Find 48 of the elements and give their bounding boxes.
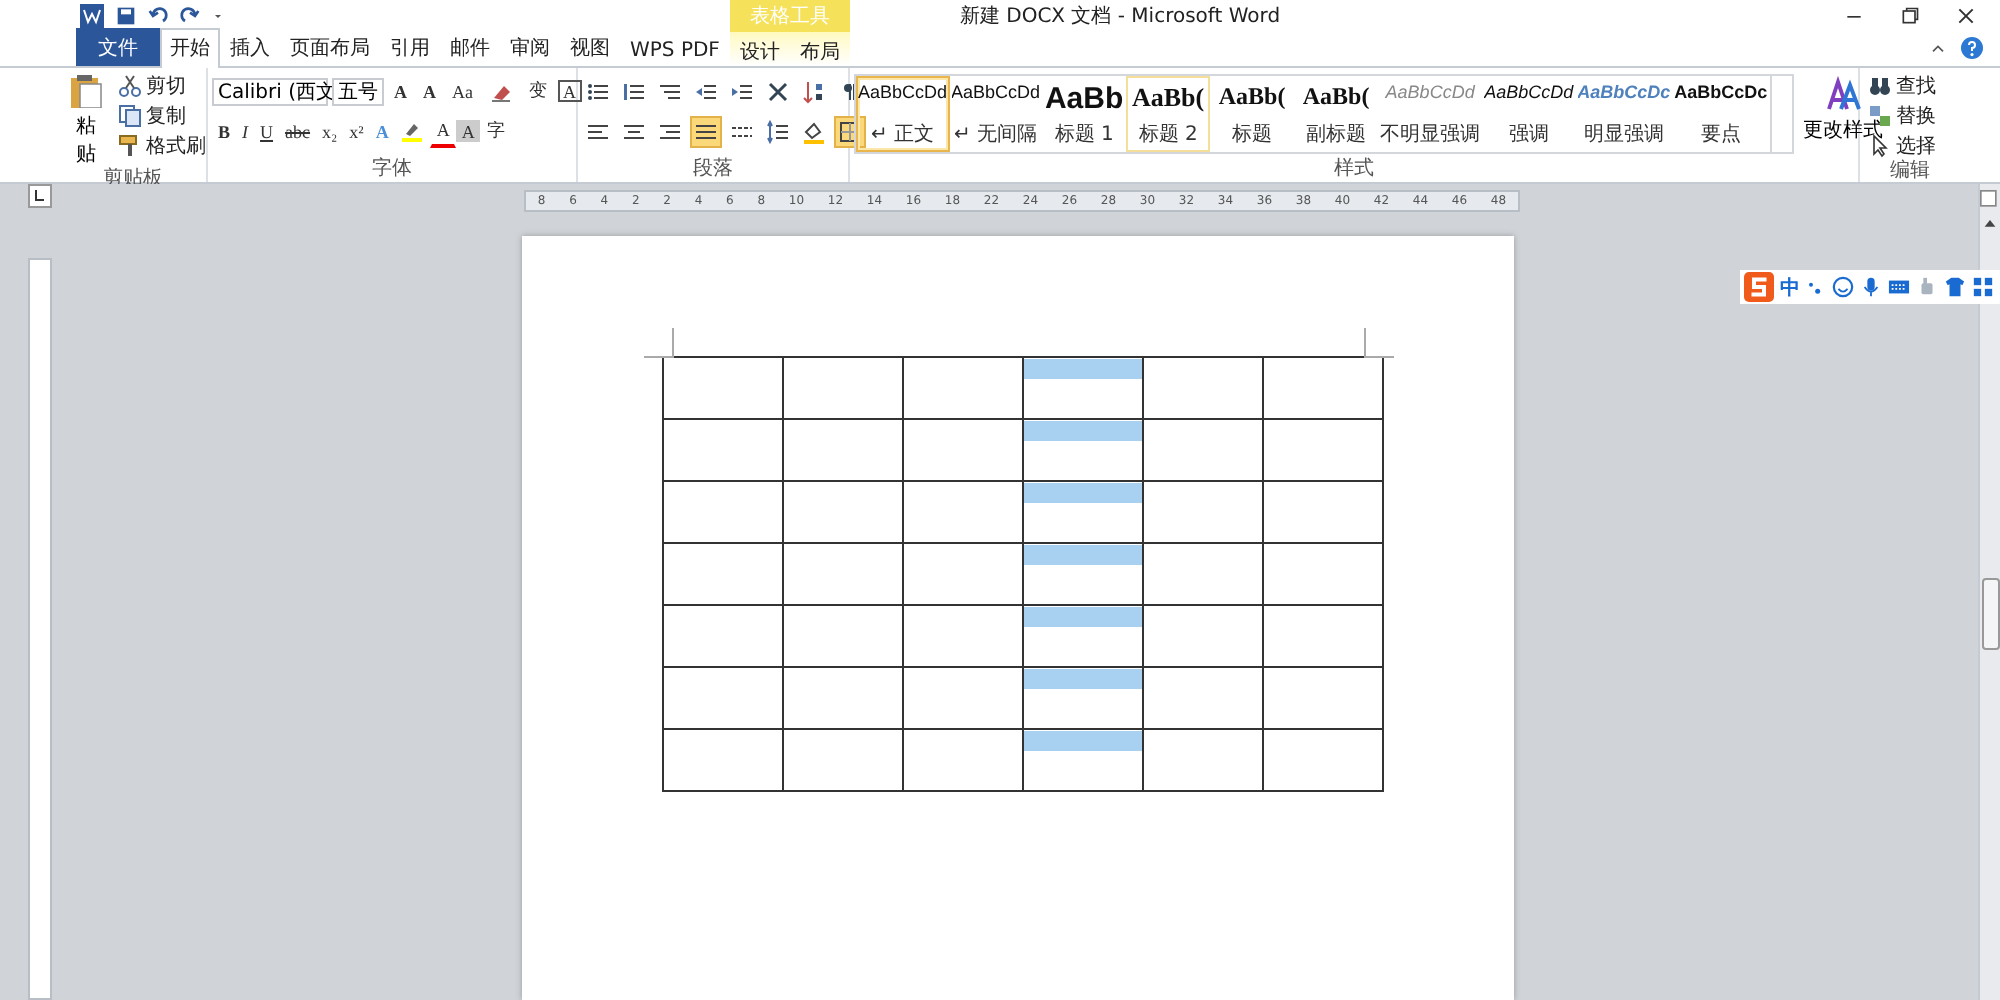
style-option[interactable]: AaBb 标题 1	[1042, 76, 1127, 152]
format-button[interactable]: 变	[523, 75, 553, 107]
ribbon-tab[interactable]: 插入	[220, 28, 280, 66]
ribbon-tab[interactable]: 布局	[789, 32, 850, 70]
style-option[interactable]: AaBbCcDd 不明显强调	[1378, 76, 1483, 152]
style-option[interactable]: AaBb( 标题	[1210, 76, 1295, 152]
style-option[interactable]: AaBb( 副标题	[1294, 76, 1379, 152]
format-button[interactable]: x₂	[316, 115, 344, 147]
format-button[interactable]: A	[417, 75, 442, 107]
group-label: 字体	[370, 158, 414, 182]
clipboard-button[interactable]: 复制	[114, 102, 210, 130]
format-button[interactable]: Aa	[446, 75, 479, 107]
editing-button[interactable]: 查找	[1864, 72, 1956, 100]
ribbon-tab[interactable]: 邮件	[440, 28, 500, 66]
format-button[interactable]: U	[254, 115, 280, 147]
style-option[interactable]: AaBbCcDc 要点	[1672, 76, 1770, 152]
style-option[interactable]: AaBb( 标题 2	[1126, 76, 1211, 152]
ribbon-tab[interactable]: 页面布局	[280, 28, 380, 66]
group-label: 样式	[1332, 158, 1376, 182]
style-option[interactable]: AaBbCcDd ↵ 无间隔	[949, 76, 1043, 152]
ribbon-tab[interactable]: 设计	[729, 32, 790, 70]
format-button[interactable]: A	[388, 75, 413, 107]
group-label: 段落	[691, 158, 735, 182]
contextual-group-label: 表格工具	[729, 0, 850, 32]
paste-button[interactable]: 粘贴	[64, 72, 108, 168]
ribbon-tab[interactable]: 引用	[380, 28, 440, 66]
ribbon-tab[interactable]: WPS PDF	[620, 34, 730, 66]
format-button[interactable]: B	[212, 115, 237, 147]
format-button[interactable]: abc	[279, 115, 317, 147]
format-button[interactable]: A	[557, 80, 582, 102]
group-label: 编辑	[1888, 160, 1932, 184]
style-option[interactable]: AaBbCcDd 强调	[1482, 76, 1576, 152]
format-button[interactable]: I	[236, 115, 255, 147]
ribbon-tab[interactable]: 开始	[160, 28, 220, 68]
window-title: 新建 DOCX 文档 - Microsoft Word	[959, 5, 1281, 27]
ribbon-tab[interactable]: 视图	[560, 28, 620, 66]
format-button[interactable]: x²	[343, 115, 370, 147]
font-size-field[interactable]: 五号	[332, 77, 384, 105]
font-name-field[interactable]: Calibri (西文	[212, 77, 328, 105]
format-button[interactable]: A	[455, 120, 481, 142]
clipboard-button[interactable]: 剪切	[114, 72, 210, 100]
clipboard-button[interactable]: 格式刷	[114, 132, 210, 160]
ribbon-tab[interactable]: 审阅	[500, 28, 560, 66]
style-option[interactable]: AaBbCcDd ↵ 正文	[856, 76, 950, 152]
ribbon-tab[interactable]: 文件	[76, 28, 160, 66]
style-option[interactable]: AaBbCcDc 明显强调	[1575, 76, 1673, 152]
format-button[interactable]: 字	[480, 115, 511, 147]
input-mode-label[interactable]: 中	[1780, 273, 1800, 301]
